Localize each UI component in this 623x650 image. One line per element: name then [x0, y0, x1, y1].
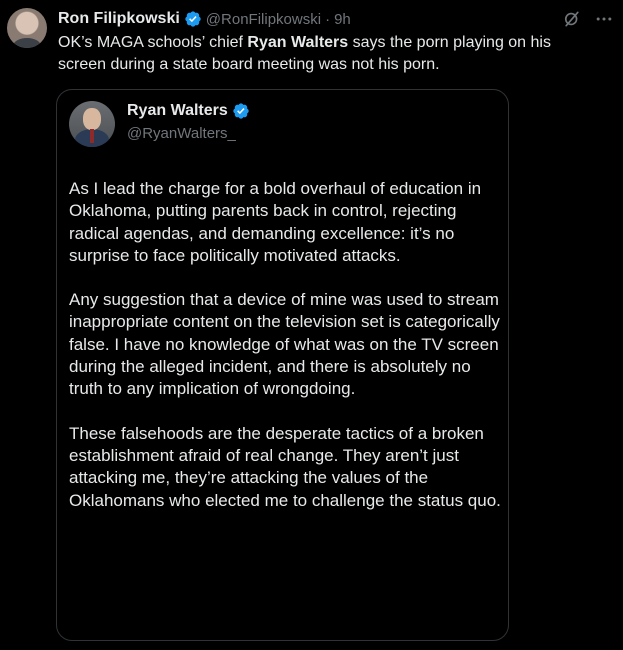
more-icon[interactable] — [593, 8, 615, 30]
grok-icon[interactable] — [561, 8, 583, 30]
quoted-paragraph: These falsehoods are the desperate tacti… — [69, 423, 501, 510]
tweet-text-part: OK’s MAGA schools’ chief — [58, 34, 248, 51]
tweet: Ron Filipkowski @RonFilipkowski · 9h OK’… — [0, 0, 623, 650]
timestamp[interactable]: 9h — [334, 11, 351, 28]
verified-badge-icon — [233, 103, 249, 119]
quoted-name-row: Ryan Walters — [127, 102, 254, 120]
tweet-top-actions — [561, 8, 615, 30]
verified-badge-icon — [185, 11, 201, 27]
avatar-figure — [13, 38, 41, 48]
quoted-paragraph: As I lead the charge for a bold overhaul… — [69, 179, 482, 265]
tweet-text-mention: Ryan Walters — [247, 34, 349, 51]
quoted-tweet-card[interactable]: Ryan Walters @RyanWalters_ As I lead the… — [56, 89, 509, 641]
quoted-author-name[interactable]: Ryan Walters — [127, 102, 228, 120]
quoted-author-avatar[interactable] — [69, 101, 115, 147]
separator-dot: · — [325, 10, 331, 28]
tweet-text: OK’s MAGA schools’ chief Ryan Walters sa… — [58, 32, 603, 76]
author-name[interactable]: Ron Filipkowski — [58, 10, 180, 28]
quoted-tweet-body: As I lead the charge for a bold overhaul… — [69, 178, 501, 534]
quoted-author-handle[interactable]: @RyanWalters_ — [127, 125, 236, 142]
avatar-figure — [83, 108, 101, 130]
tweet-header: Ron Filipkowski @RonFilipkowski · 9h — [58, 8, 351, 30]
author-avatar[interactable] — [7, 8, 47, 48]
avatar-figure — [90, 129, 94, 143]
author-handle[interactable]: @RonFilipkowski — [206, 11, 321, 28]
quoted-paragraph: Any suggestion that a device of mine was… — [69, 290, 500, 399]
